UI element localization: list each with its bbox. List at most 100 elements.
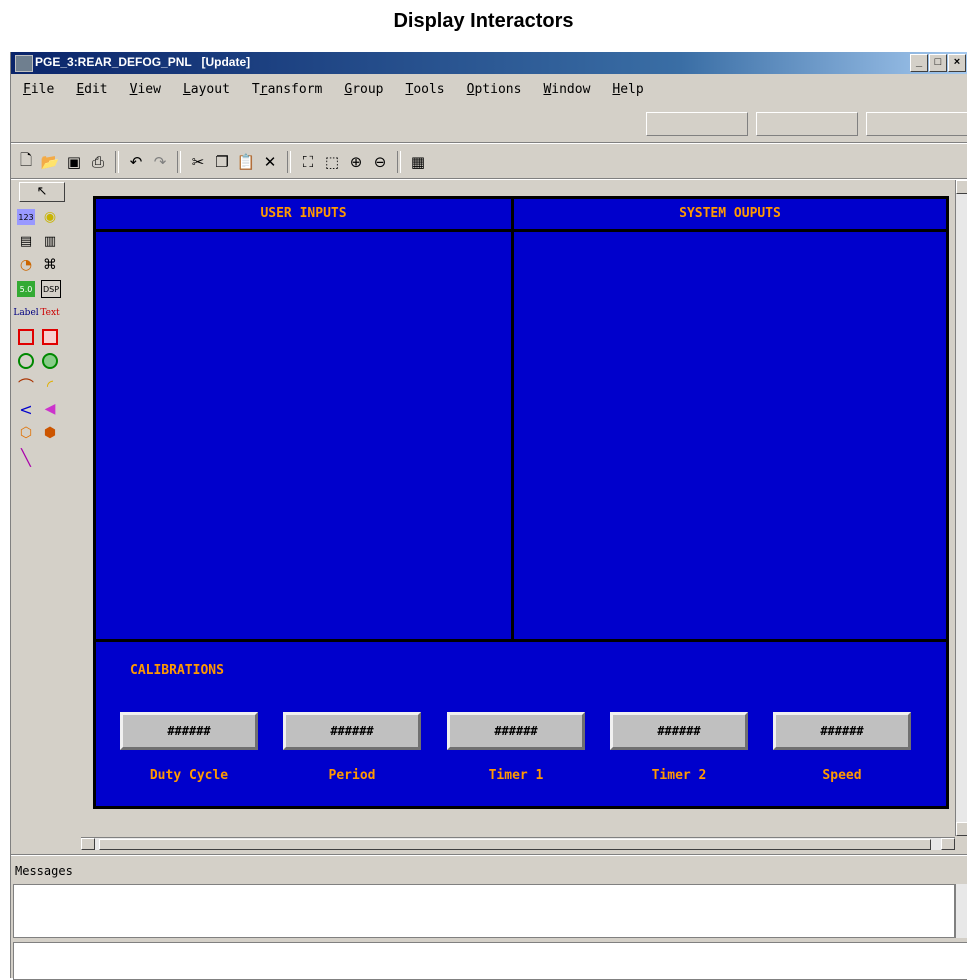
filled-circle-icon[interactable]	[41, 353, 59, 369]
arc-icon[interactable]: ⌒	[17, 377, 35, 396]
scroll-left-arrow-icon[interactable]	[81, 838, 95, 850]
zoom-area-icon[interactable]: ⬚	[321, 151, 343, 173]
copy-icon[interactable]: ❐	[211, 151, 233, 173]
timer-1-label: Timer 1	[488, 768, 544, 783]
duty-cycle-field[interactable]: ######	[120, 712, 258, 750]
toolbar: 🗋 📂 ▣ ⎙ ↶ ↷ ✂ ❐ 📋 ✕ ⛶ ⬚ ⊕ ⊖ ▦	[15, 148, 429, 176]
redo-icon[interactable]: ↷	[149, 151, 171, 173]
menu-help[interactable]: Help	[600, 78, 653, 98]
label-tool-icon[interactable]: Label	[13, 305, 38, 321]
filled-polygon-icon[interactable]: ◀	[41, 401, 59, 417]
editor-window: PGE_3:REAR_DEFOG_PNL [Update] _ □ × File…	[10, 52, 967, 980]
speed-label: Speed	[822, 768, 862, 783]
filled-hexagon-icon[interactable]: ⬢	[41, 425, 59, 441]
polygon-icon[interactable]: ⬡	[17, 425, 35, 441]
cut-icon[interactable]: ✂	[187, 151, 209, 173]
menu-edit[interactable]: Edit	[64, 78, 117, 98]
command-input[interactable]	[13, 942, 967, 980]
tool-palette: ↖ 123 ◉ ▤ ▥ ◔ ⌘ 5.0 DSP Label Text ⌒ ◜ <…	[13, 182, 73, 467]
calibration-duty-cycle: ###### Duty Cycle	[120, 712, 258, 783]
gauge-icon[interactable]: ◔	[17, 257, 35, 273]
text-tool-icon[interactable]: Text	[40, 305, 59, 321]
column-divider	[511, 199, 514, 642]
delete-icon[interactable]: ✕	[259, 151, 281, 173]
maximize-button[interactable]: □	[929, 54, 947, 72]
filled-arc-icon[interactable]: ◜	[41, 376, 59, 395]
menu-transform[interactable]: Transform	[240, 78, 332, 98]
toolbar-bottom-divider	[11, 178, 967, 180]
filled-rectangle-icon[interactable]	[41, 329, 59, 345]
section-divider	[96, 639, 946, 642]
new-icon[interactable]: 🗋	[15, 151, 37, 173]
toolbar-separator	[177, 151, 181, 173]
open-icon[interactable]: 📂	[39, 151, 61, 173]
status-box	[866, 112, 967, 136]
period-field[interactable]: ######	[283, 712, 421, 750]
close-button[interactable]: ×	[948, 54, 966, 72]
text-display-icon[interactable]: DSP	[41, 280, 61, 298]
slider-icon[interactable]: ▤	[17, 233, 35, 249]
timer-2-field[interactable]: ######	[610, 712, 748, 750]
calibration-speed: ###### Speed	[773, 712, 911, 783]
menu-bar: File Edit View Layout Transform Group To…	[11, 78, 654, 98]
messages-area[interactable]	[13, 884, 955, 938]
messages-scrollbar[interactable]	[955, 884, 967, 938]
select-arrow-icon[interactable]: ↖	[19, 182, 65, 202]
page-title: Display Interactors	[393, 10, 574, 32]
zoom-in-icon[interactable]: ⊕	[345, 151, 367, 173]
paste-icon[interactable]: 📋	[235, 151, 257, 173]
system-outputs-header: SYSTEM OUPUTS	[514, 199, 946, 232]
grid-icon[interactable]: ▦	[407, 151, 429, 173]
scroll-down-arrow-icon[interactable]	[956, 822, 967, 836]
menu-tools[interactable]: Tools	[394, 78, 455, 98]
status-box	[756, 112, 858, 136]
menu-group[interactable]: Group	[332, 78, 393, 98]
rectangle-icon[interactable]	[17, 329, 35, 345]
line-icon[interactable]: ╲	[17, 448, 35, 467]
knob-icon[interactable]: ◉	[41, 209, 59, 225]
calibrations-title: CALIBRATIONS	[130, 663, 224, 678]
status-box	[646, 112, 748, 136]
numeric-input-icon[interactable]: 123	[17, 209, 35, 225]
circle-icon[interactable]	[17, 353, 35, 369]
scroll-up-arrow-icon[interactable]	[956, 180, 967, 194]
print-icon[interactable]: ⎙	[87, 151, 109, 173]
lamp-icon[interactable]: ⌘	[41, 257, 59, 273]
scroll-right-arrow-icon[interactable]	[941, 838, 955, 850]
toolbar-divider	[11, 142, 967, 144]
save-icon[interactable]: ▣	[63, 151, 85, 173]
window-title: PGE_3:REAR_DEFOG_PNL [Update]	[35, 55, 251, 69]
minimize-button[interactable]: _	[910, 54, 928, 72]
vertical-scrollbar[interactable]	[955, 180, 967, 836]
menu-options[interactable]: Options	[455, 78, 532, 98]
menu-view[interactable]: View	[118, 78, 171, 98]
zoom-out-icon[interactable]: ⊖	[369, 151, 391, 173]
timer-1-field[interactable]: ######	[447, 712, 585, 750]
calibration-timer-1: ###### Timer 1	[447, 712, 585, 783]
calibration-period: ###### Period	[283, 712, 421, 783]
period-label: Period	[328, 768, 376, 783]
display-panel[interactable]: USER INPUTS SYSTEM OUPUTS CALIBRATIONS #…	[93, 196, 949, 809]
menu-window[interactable]: Window	[531, 78, 600, 98]
title-bar[interactable]: PGE_3:REAR_DEFOG_PNL [Update] _ □ ×	[11, 52, 967, 74]
speed-field[interactable]: ######	[773, 712, 911, 750]
menu-layout[interactable]: Layout	[171, 78, 240, 98]
numeric-display-icon[interactable]: 5.0	[17, 281, 35, 297]
duty-cycle-label: Duty Cycle	[149, 768, 229, 783]
horizontal-scroll-thumb[interactable]	[99, 839, 931, 850]
toolbar-separator	[397, 151, 401, 173]
menu-file[interactable]: File	[11, 78, 64, 98]
calibration-timer-2: ###### Timer 2	[610, 712, 748, 783]
polyline-icon[interactable]: <	[17, 400, 35, 419]
horizontal-scrollbar[interactable]	[81, 837, 955, 850]
messages-divider	[11, 854, 967, 856]
status-boxes	[646, 112, 967, 136]
timer-2-label: Timer 2	[651, 768, 707, 783]
messages-label: Messages	[15, 864, 73, 878]
toolbar-separator	[287, 151, 291, 173]
fit-icon[interactable]: ⛶	[297, 151, 319, 173]
undo-icon[interactable]: ↶	[125, 151, 147, 173]
user-inputs-header: USER INPUTS	[96, 199, 511, 232]
button-panel-icon[interactable]: ▥	[41, 233, 59, 249]
toolbar-separator	[115, 151, 119, 173]
